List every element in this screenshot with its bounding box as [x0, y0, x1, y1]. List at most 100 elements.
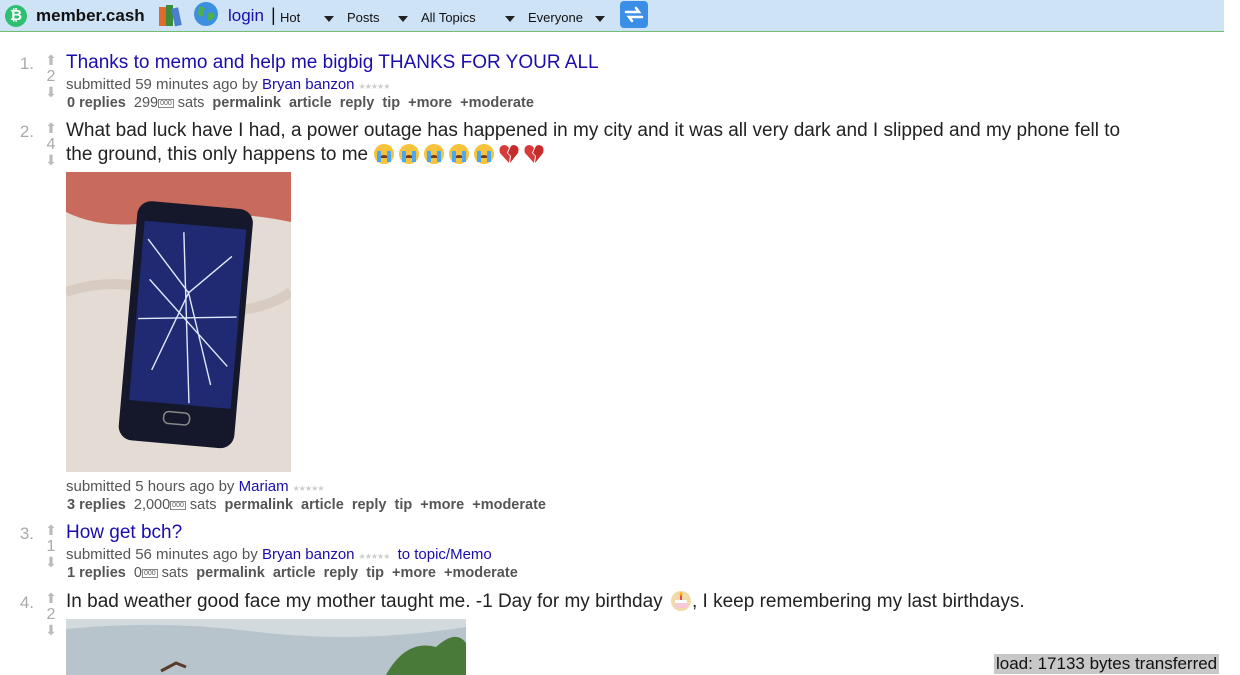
reply-link[interactable]: reply	[340, 95, 375, 111]
chevron-down-icon[interactable]	[505, 16, 515, 22]
post-meta: submitted 59 minutes ago by Bryan banzon…	[66, 76, 391, 93]
refresh-icon[interactable]	[620, 1, 648, 28]
audience-filter-select[interactable]: Everyone	[528, 10, 583, 25]
post-title-link[interactable]: How get bch?	[66, 521, 182, 545]
post-score: 2	[46, 606, 56, 623]
downvote-icon[interactable]: ⬇	[42, 85, 60, 100]
downvote-icon[interactable]: ⬇	[42, 555, 60, 570]
article-link[interactable]: article	[273, 565, 316, 581]
article-link[interactable]: article	[289, 95, 332, 111]
post-title-part: In bad weather good face my mother taugh…	[66, 591, 663, 612]
submitted-text: submitted 5 hours ago by	[66, 478, 235, 495]
chevron-down-icon[interactable]	[398, 16, 408, 22]
post-title-line: the ground, this only happens to me	[66, 143, 1120, 167]
tip-link[interactable]: tip	[395, 497, 413, 513]
crying-face-emoji	[374, 144, 395, 164]
moderate-link[interactable]: +moderate	[460, 95, 534, 111]
submitted-text: submitted 56 minutes ago by	[66, 546, 258, 563]
post-score: 1	[46, 538, 56, 555]
login-link[interactable]: login	[228, 6, 264, 26]
crying-face-emoji	[474, 144, 495, 164]
post-actions: 0 replies 299 000 sats permalink article …	[67, 95, 538, 111]
post-rank: 3.	[19, 524, 34, 543]
post-title-part: , I keep remembering my last birthdays.	[691, 591, 1025, 612]
author-link[interactable]: Mariam	[239, 478, 289, 495]
sats-label: sats	[161, 565, 189, 581]
permalink-link[interactable]: permalink	[212, 95, 281, 111]
post-title-text: In bad weather good face my mother taugh…	[66, 590, 1025, 614]
sats-value: 299	[133, 95, 159, 111]
load-status: load: 17133 bytes transferred	[994, 654, 1220, 674]
post-image-cracked-phone[interactable]	[66, 172, 291, 472]
more-link[interactable]: +more	[420, 497, 464, 513]
post-rank: 2.	[19, 122, 34, 141]
books-icon[interactable]	[157, 3, 183, 27]
post-image-sky[interactable]	[66, 619, 466, 675]
birthday-cake-emoji	[670, 591, 691, 611]
topics-filter-select[interactable]: All Topics	[421, 10, 476, 25]
posts-filter-select[interactable]: Posts	[347, 10, 380, 25]
globe-icon[interactable]	[193, 1, 219, 27]
post-score: 2	[46, 68, 56, 85]
broken-heart-emoji	[524, 145, 544, 163]
vote-widget: ⬆ 1 ⬇	[42, 523, 60, 570]
submitted-text: submitted 59 minutes ago by	[66, 76, 258, 93]
author-link[interactable]: Bryan banzon	[262, 76, 355, 93]
author-link[interactable]: Bryan banzon	[262, 546, 355, 563]
sats-value: 2,000	[133, 497, 171, 513]
post-rank: 1.	[19, 54, 34, 73]
replies-link[interactable]: 0 replies	[67, 95, 126, 111]
vote-widget: ⬆ 2 ⬇	[42, 591, 60, 638]
rating-stars-icon: ★★★★★	[292, 484, 325, 493]
post-actions: 1 replies 0 000 sats permalink article re…	[67, 565, 522, 581]
crying-face-emoji	[449, 144, 470, 164]
sort-hot-select[interactable]: Hot	[280, 10, 300, 25]
post-title-line-text: the ground, this only happens to me	[66, 144, 369, 165]
replies-link[interactable]: 3 replies	[67, 497, 126, 513]
sats-value: 0	[133, 565, 142, 581]
more-link[interactable]: +more	[392, 565, 436, 581]
post-title-line: What bad luck have I had, a power outage…	[66, 120, 1121, 141]
crying-face-emoji	[424, 144, 445, 164]
vote-widget: ⬆ 4 ⬇	[42, 121, 60, 168]
crying-face-emoji	[399, 144, 420, 164]
upvote-icon[interactable]: ⬆	[42, 121, 60, 136]
downvote-icon[interactable]: ⬇	[42, 623, 60, 638]
more-link[interactable]: +more	[408, 95, 452, 111]
rating-stars-icon: ★★★★★	[358, 552, 391, 561]
bitcoin-cash-logo-icon[interactable]: ₿	[5, 5, 27, 27]
chevron-down-icon[interactable]	[595, 16, 605, 22]
post-rank: 4.	[19, 593, 34, 612]
sats-label: sats	[189, 497, 217, 513]
upvote-icon[interactable]: ⬆	[42, 591, 60, 606]
replies-link[interactable]: 1 replies	[67, 565, 126, 581]
post-actions: 3 replies 2,000 000 sats permalink articl…	[67, 497, 550, 513]
top-nav-bar: ₿ member.cash login | Hot Posts All Topi…	[0, 0, 1224, 32]
post-title-text: What bad luck have I had, a power outage…	[66, 119, 1120, 167]
chevron-down-icon[interactable]	[324, 16, 334, 22]
topic-link[interactable]: to topic/Memo	[398, 546, 492, 563]
reply-link[interactable]: reply	[352, 497, 387, 513]
permalink-link[interactable]: permalink	[196, 565, 265, 581]
downvote-icon[interactable]: ⬇	[42, 153, 60, 168]
upvote-icon[interactable]: ⬆	[42, 53, 60, 68]
upvote-icon[interactable]: ⬆	[42, 523, 60, 538]
broken-heart-emoji	[499, 145, 519, 163]
post-meta: submitted 5 hours ago by Mariam ★★★★★	[66, 478, 325, 495]
permalink-link[interactable]: permalink	[225, 497, 294, 513]
moderate-link[interactable]: +moderate	[472, 497, 546, 513]
tip-link[interactable]: tip	[382, 95, 400, 111]
unit-badge: 000	[170, 500, 186, 510]
unit-badge: 000	[141, 568, 158, 578]
reply-link[interactable]: reply	[324, 565, 359, 581]
post-score: 4	[46, 136, 56, 153]
tip-link[interactable]: tip	[366, 565, 384, 581]
rating-stars-icon: ★★★★★	[358, 82, 391, 91]
article-link[interactable]: article	[301, 497, 344, 513]
post-meta: submitted 56 minutes ago by Bryan banzon…	[66, 546, 492, 563]
moderate-link[interactable]: +moderate	[444, 565, 518, 581]
nav-separator: |	[271, 5, 276, 25]
post-title-link[interactable]: Thanks to memo and help me bigbig THANKS…	[66, 51, 599, 75]
site-name[interactable]: member.cash	[36, 6, 145, 26]
sats-label: sats	[177, 95, 205, 111]
